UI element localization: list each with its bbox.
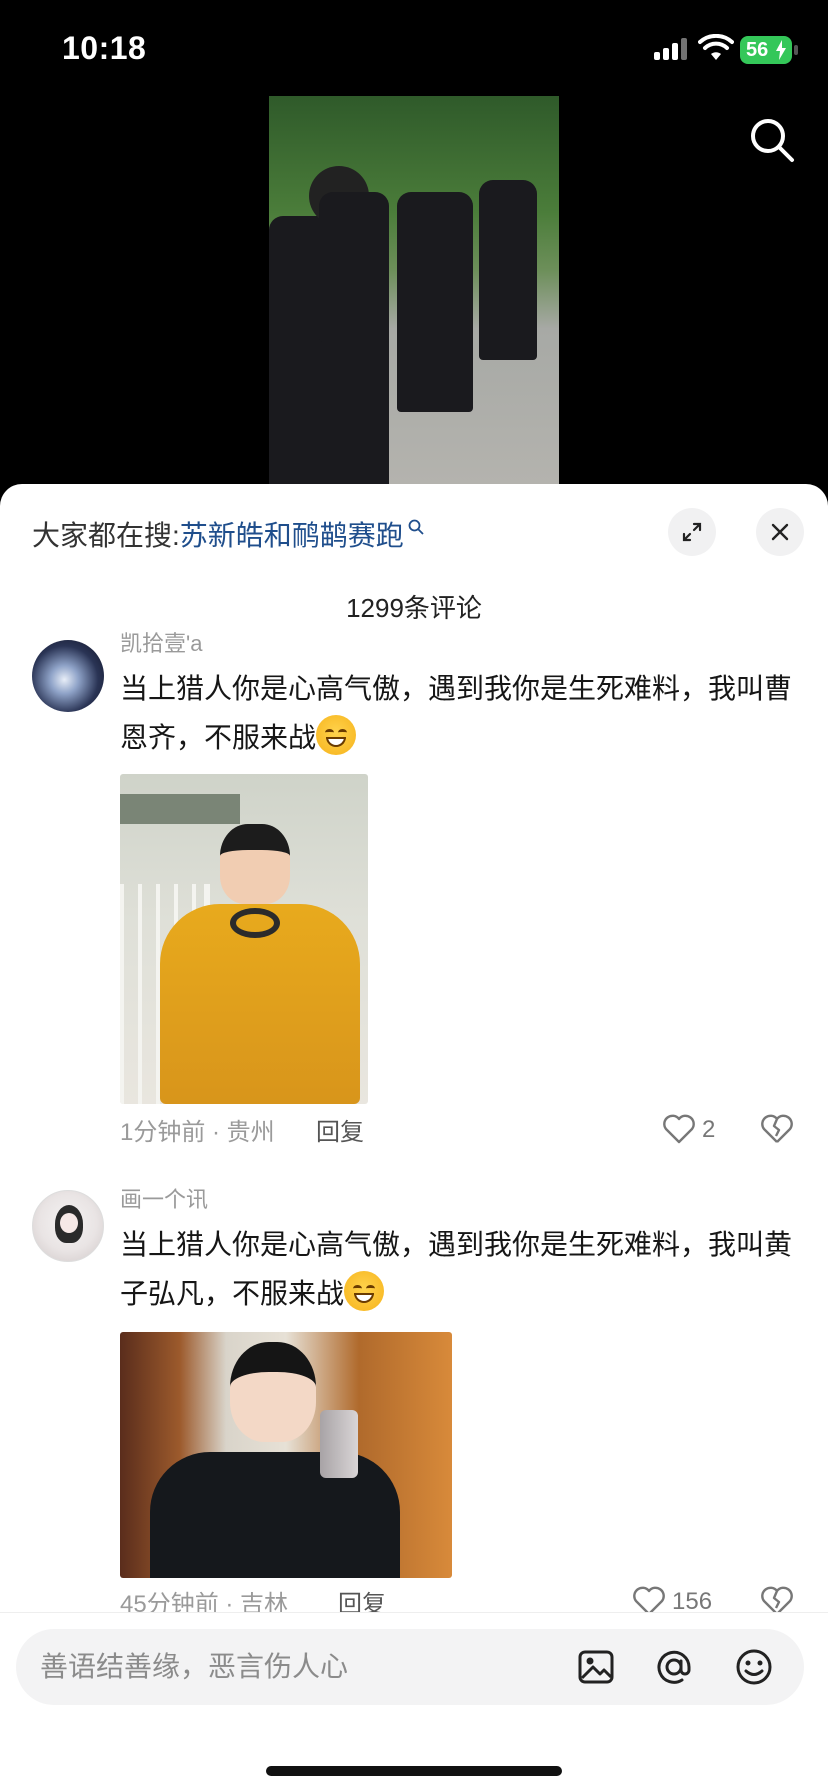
close-icon [771, 523, 789, 541]
expand-button[interactable] [668, 508, 716, 556]
status-bar: 10:18 56 [0, 0, 828, 96]
grin-emoji-icon [344, 1271, 385, 1311]
status-time: 10:18 [62, 30, 147, 66]
trending-query[interactable]: 苏新皓和鸸鹋赛跑 [180, 520, 404, 551]
comment-username[interactable]: 画一个讯 [120, 1182, 208, 1214]
comment-body: 当上猎人你是心高气傲，遇到我你是生死难料，我叫黄子弘凡，不服来战 [120, 1229, 793, 1309]
comment-username[interactable]: 凯拾壹'a [120, 626, 202, 658]
wifi-icon [698, 34, 734, 60]
comment-time-location: 1分钟前 · 贵州 [120, 1119, 275, 1146]
comment-count: 1299条评论 [346, 593, 482, 623]
battery-indicator: 56 [740, 36, 798, 64]
at-icon[interactable] [654, 1647, 694, 1687]
comment-input-bar [0, 1612, 828, 1792]
grin-emoji-icon [316, 715, 357, 755]
comment-body: 当上猎人你是心高气傲，遇到我你是生死难料，我叫曹恩齐，不服来战 [120, 673, 793, 753]
comment-item: 凯拾壹'a 当上猎人你是心高气傲，遇到我你是生死难料，我叫曹恩齐，不服来战 1分… [0, 631, 828, 1154]
headphones [230, 908, 280, 938]
person-figure [397, 192, 473, 412]
video-player[interactable] [0, 96, 828, 484]
comment-input[interactable] [40, 1629, 560, 1705]
person-head [220, 824, 290, 904]
comment-input-container[interactable] [16, 1629, 804, 1705]
background-window [120, 794, 240, 824]
comment-image[interactable] [120, 774, 368, 1104]
expand-icon [682, 522, 702, 542]
search-icon[interactable] [748, 116, 796, 164]
comment-text: 当上猎人你是心高气傲，遇到我你是生死难料，我叫黄子弘凡，不服来战 [120, 1220, 800, 1318]
avatar[interactable] [32, 640, 104, 712]
home-indicator[interactable] [266, 1766, 562, 1776]
trending-prefix: 大家都在搜: [32, 520, 180, 551]
search-icon [408, 519, 424, 535]
comment-image[interactable] [120, 1332, 452, 1578]
broken-heart-icon[interactable] [760, 1112, 794, 1146]
person-figure [479, 180, 537, 360]
person-figure [319, 192, 389, 342]
trending-search[interactable]: 大家都在搜:苏新皓和鸸鹋赛跑 [32, 514, 424, 554]
like-button[interactable]: 2 [662, 1112, 732, 1146]
cellular-signal-icon [654, 38, 688, 60]
battery-level: 56 [746, 39, 769, 61]
video-frame[interactable] [269, 96, 559, 484]
avatar-face [60, 1213, 78, 1233]
close-button[interactable] [756, 508, 804, 556]
emoji-icon[interactable] [734, 1647, 774, 1687]
black-shirt [150, 1452, 400, 1578]
phone [320, 1410, 358, 1478]
charging-bolt-icon [776, 40, 786, 60]
heart-icon [663, 1114, 695, 1144]
comment-item: 画一个讯 当上猎人你是心高气傲，遇到我你是生死难料，我叫黄子弘凡，不服来战 45… [0, 1187, 828, 1618]
person-head [230, 1342, 316, 1442]
reply-button[interactable]: 回复 [316, 1112, 364, 1147]
like-count: 2 [702, 1116, 716, 1143]
comment-text: 当上猎人你是心高气傲，遇到我你是生死难料，我叫曹恩齐，不服来战 [120, 664, 800, 762]
image-icon[interactable] [576, 1647, 616, 1687]
avatar[interactable] [32, 1190, 104, 1262]
